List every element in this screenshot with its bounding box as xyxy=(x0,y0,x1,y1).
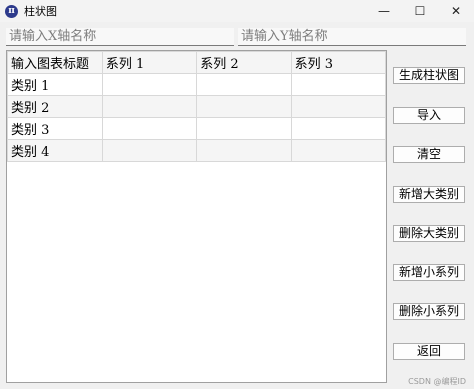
series-header-cell[interactable]: 系列 3 xyxy=(290,51,386,74)
value-cell[interactable] xyxy=(101,95,198,118)
x-axis-name-input[interactable] xyxy=(6,28,234,46)
app-logo-icon: π xyxy=(5,4,18,18)
value-cell[interactable] xyxy=(196,95,292,118)
category-cell[interactable]: 类别 2 xyxy=(7,95,103,118)
value-cell[interactable] xyxy=(290,139,386,162)
watermark: CSDN @编程ID xyxy=(408,377,466,386)
value-cell[interactable] xyxy=(101,117,198,140)
app-window: π 柱状图 — ☐ ✕ 输入图表标题 系列 1 系列 2 系列 3 xyxy=(0,0,474,389)
delete-major-category-button[interactable]: 删除大类别 xyxy=(393,225,465,242)
back-button[interactable]: 返回 xyxy=(393,343,465,360)
delete-minor-series-button[interactable]: 删除小系列 xyxy=(393,303,465,320)
clear-button[interactable]: 清空 xyxy=(393,146,465,163)
add-major-category-button[interactable]: 新增大类别 xyxy=(393,186,465,203)
value-cell[interactable] xyxy=(196,117,292,140)
import-button[interactable]: 导入 xyxy=(393,107,465,124)
value-cell[interactable] xyxy=(196,139,292,162)
category-cell[interactable]: 类别 3 xyxy=(7,117,103,140)
generate-bar-chart-button[interactable]: 生成柱状图 xyxy=(393,67,465,84)
value-cell[interactable] xyxy=(290,117,386,140)
category-cell[interactable]: 类别 4 xyxy=(7,139,103,162)
table-row: 类别 4 xyxy=(7,139,386,162)
title-bar: π 柱状图 — ☐ ✕ xyxy=(0,0,474,22)
value-cell[interactable] xyxy=(101,73,198,96)
category-cell[interactable]: 类别 1 xyxy=(7,73,103,96)
chart-title-cell[interactable]: 输入图表标题 xyxy=(7,51,103,74)
series-header-cell[interactable]: 系列 2 xyxy=(196,51,292,74)
table-row: 类别 3 xyxy=(7,117,386,140)
window-title: 柱状图 xyxy=(24,5,57,18)
add-minor-series-button[interactable]: 新增小系列 xyxy=(393,264,465,281)
y-axis-name-input[interactable] xyxy=(238,28,466,46)
data-table[interactable]: 输入图表标题 系列 1 系列 2 系列 3 类别 1 类别 2 类别 3 类别 … xyxy=(6,50,387,383)
value-cell[interactable] xyxy=(196,73,292,96)
series-header-cell[interactable]: 系列 1 xyxy=(101,51,198,74)
value-cell[interactable] xyxy=(101,139,198,162)
close-button[interactable]: ✕ xyxy=(438,0,474,22)
table-header-row: 输入图表标题 系列 1 系列 2 系列 3 xyxy=(7,51,386,74)
minimize-button[interactable]: — xyxy=(366,0,402,22)
table-row: 类别 1 xyxy=(7,73,386,96)
value-cell[interactable] xyxy=(290,73,386,96)
value-cell[interactable] xyxy=(290,95,386,118)
table-row: 类别 2 xyxy=(7,95,386,118)
maximize-button[interactable]: ☐ xyxy=(402,0,438,22)
